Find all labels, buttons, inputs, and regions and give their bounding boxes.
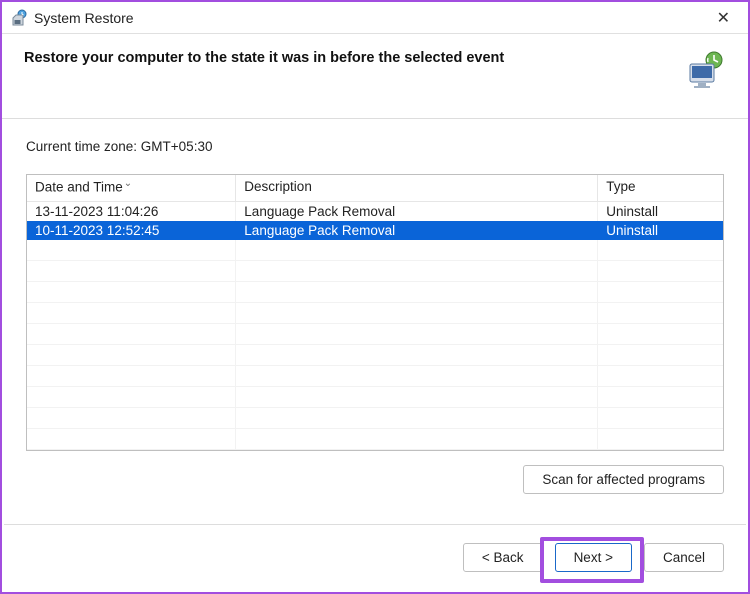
column-header-description[interactable]: Description (236, 175, 598, 201)
column-header-type[interactable]: Type (598, 175, 723, 201)
table-row (27, 429, 723, 450)
table-row (27, 282, 723, 303)
cancel-button[interactable]: Cancel (644, 543, 724, 572)
next-button[interactable]: Next > (555, 543, 632, 572)
column-header-date[interactable]: Date and Time⌄ (27, 175, 236, 201)
table-row[interactable]: 10-11-2023 12:52:45 Language Pack Remova… (27, 221, 723, 240)
table-row[interactable]: 13-11-2023 11:04:26 Language Pack Remova… (27, 201, 723, 221)
timezone-label: Current time zone: GMT+05:30 (26, 139, 724, 154)
scan-affected-programs-button[interactable]: Scan for affected programs (523, 465, 724, 494)
close-icon[interactable]: ✕ (707, 6, 740, 30)
cell-type: Uninstall (598, 221, 723, 240)
page-title: Restore your computer to the state it wa… (24, 50, 686, 66)
table-row (27, 366, 723, 387)
wizard-footer: < Back Next > Cancel (4, 524, 746, 590)
cell-type: Uninstall (598, 201, 723, 221)
titlebar: System Restore ✕ (2, 2, 748, 34)
cell-description: Language Pack Removal (236, 201, 598, 221)
system-restore-icon (10, 9, 28, 27)
table-row (27, 303, 723, 324)
table-row (27, 324, 723, 345)
back-button[interactable]: < Back (463, 543, 543, 572)
cell-description: Language Pack Removal (236, 221, 598, 240)
chevron-down-icon: ⌄ (124, 178, 132, 189)
restore-points-table: Date and Time⌄ Description Type 13-11-20… (26, 174, 724, 451)
content-area: Current time zone: GMT+05:30 Date and Ti… (2, 119, 748, 504)
table-row (27, 408, 723, 429)
cell-date: 13-11-2023 11:04:26 (27, 201, 236, 221)
wizard-header: Restore your computer to the state it wa… (2, 34, 748, 119)
column-header-date-label: Date and Time (35, 180, 123, 195)
cell-date: 10-11-2023 12:52:45 (27, 221, 236, 240)
restore-graphic-icon (686, 50, 726, 90)
table-row (27, 387, 723, 408)
table-row (27, 240, 723, 261)
table-row (27, 345, 723, 366)
window-title: System Restore (34, 10, 707, 26)
table-row (27, 261, 723, 282)
